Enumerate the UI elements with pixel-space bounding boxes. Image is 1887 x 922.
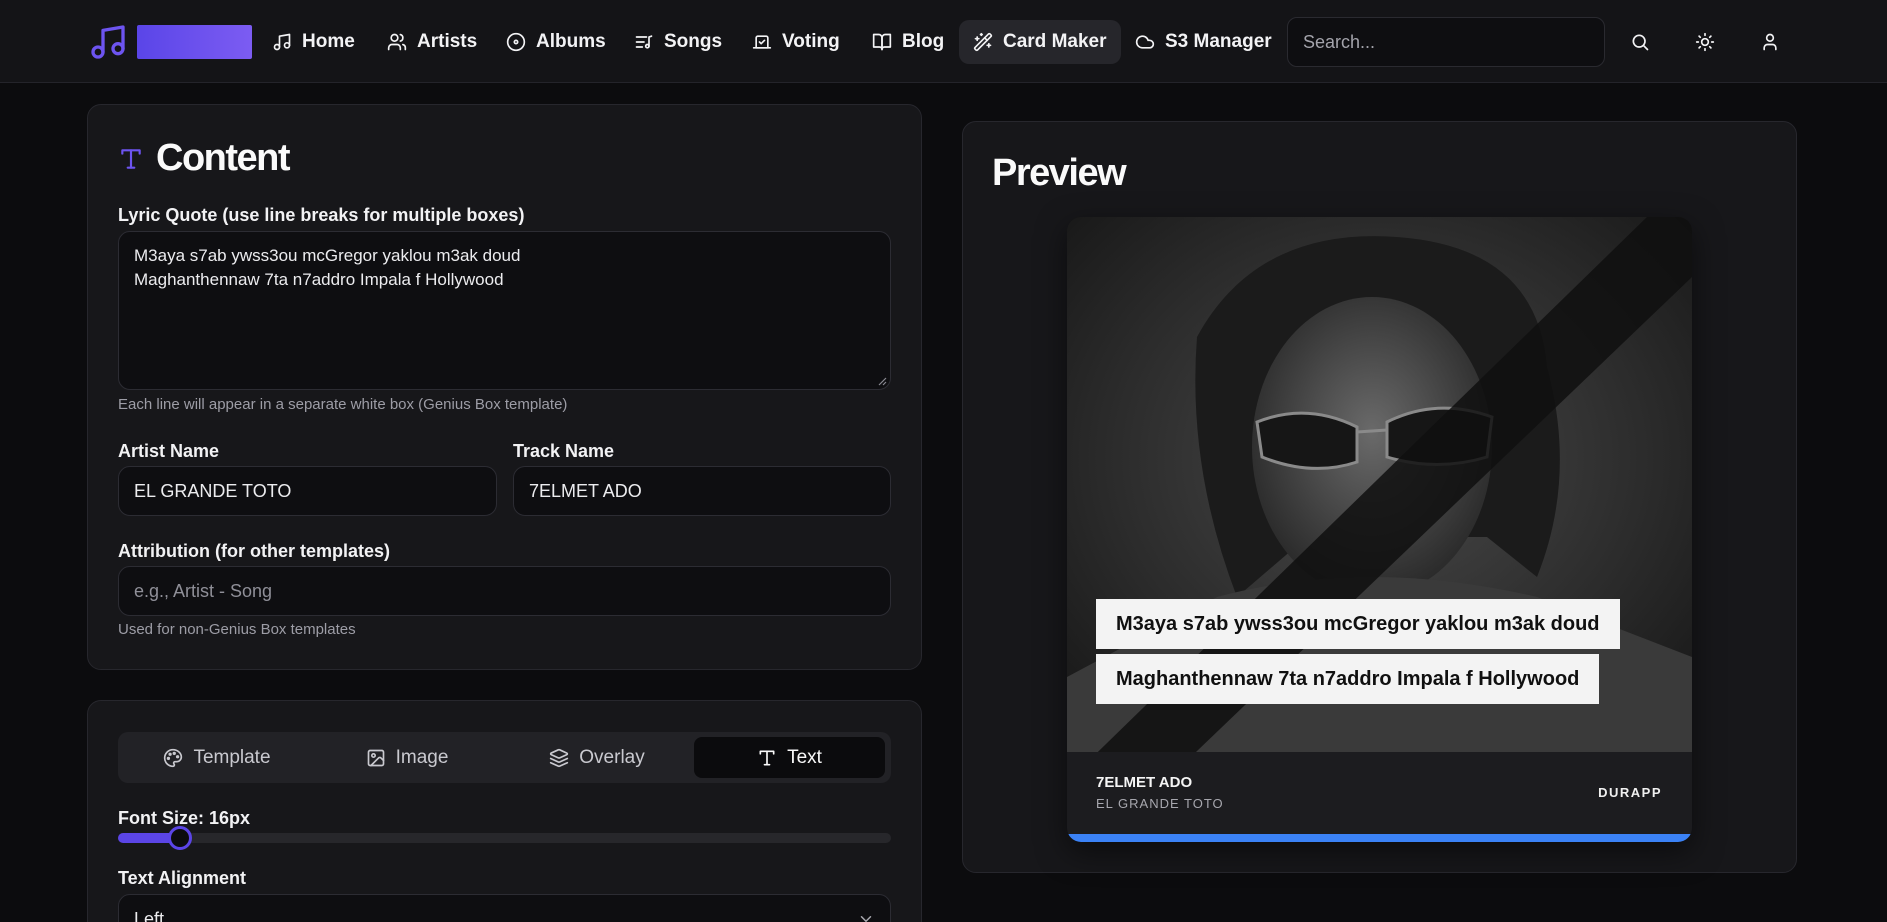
- tab-text[interactable]: Text: [694, 737, 885, 778]
- nav-albums[interactable]: Albums: [492, 20, 620, 64]
- sun-icon: [1695, 32, 1715, 52]
- tab-overlay-label: Overlay: [579, 746, 645, 768]
- artist-name-field[interactable]: EL GRANDE TOTO: [118, 466, 497, 516]
- nav-albums-label: Albums: [536, 31, 606, 52]
- attribution-field[interactable]: e.g., Artist - Song: [118, 566, 891, 616]
- user-icon: [1760, 32, 1780, 52]
- search-button[interactable]: [1620, 22, 1660, 62]
- nav-card-maker-label: Card Maker: [1003, 31, 1107, 52]
- lyric-quote-hint: Each line will appear in a separate whit…: [118, 396, 568, 413]
- text-alignment-select[interactable]: Left: [118, 894, 891, 922]
- text-alignment-label: Text Alignment: [118, 868, 247, 888]
- font-size-slider[interactable]: [118, 826, 891, 850]
- image-icon: [366, 748, 386, 768]
- settings-card: Template Image Overlay Text Font Size: 1…: [87, 700, 922, 922]
- theme-toggle-button[interactable]: [1685, 22, 1725, 62]
- content-heading: Content: [118, 137, 291, 180]
- music-note-icon: [272, 32, 292, 52]
- type-icon: [118, 146, 144, 172]
- music-notes-icon[interactable]: [88, 22, 128, 62]
- layers-icon: [549, 748, 569, 768]
- settings-tabs: Template Image Overlay Text: [118, 732, 891, 783]
- nav-card-maker[interactable]: Card Maker: [959, 20, 1121, 64]
- chevron-down-icon: [857, 910, 875, 922]
- nav-voting[interactable]: Voting: [738, 20, 854, 64]
- card-preview: M3aya s7ab ywss3ou mcGregor yaklou m3ak …: [1067, 217, 1692, 842]
- tab-text-label: Text: [787, 746, 822, 768]
- nav-songs-label: Songs: [664, 31, 723, 52]
- track-name-label: Track Name: [513, 441, 615, 461]
- resize-handle-icon[interactable]: [877, 376, 887, 386]
- attribution-hint: Used for non-Genius Box templates: [118, 621, 356, 638]
- track-name-field[interactable]: 7ELMET ADO: [513, 466, 891, 516]
- logo-wordmark[interactable]: [137, 25, 252, 59]
- tab-image[interactable]: Image: [312, 737, 502, 778]
- tab-template[interactable]: Template: [122, 737, 312, 778]
- playlist-icon: [634, 32, 654, 52]
- content-card: Content Lyric Quote (use line breaks for…: [87, 104, 922, 670]
- tab-template-label: Template: [193, 746, 271, 768]
- font-size-slider-thumb[interactable]: [167, 826, 192, 850]
- nav-songs[interactable]: Songs: [620, 20, 736, 64]
- preview-lyric-box: Maghanthennaw 7ta n7addro Impala f Holly…: [1096, 654, 1600, 704]
- nav-s3-manager-label: S3 Manager: [1165, 31, 1272, 52]
- preview-footer: 7ELMET ADO EL GRANDE TOTO DURAPP: [1067, 752, 1692, 834]
- nav-artists-label: Artists: [417, 31, 478, 52]
- book-icon: [872, 32, 892, 52]
- nav-blog-label: Blog: [902, 31, 945, 52]
- lyric-line: M3aya s7ab ywss3ou mcGregor yaklou m3ak …: [134, 246, 521, 265]
- palette-icon: [163, 748, 183, 768]
- attribution-label: Attribution (for other templates): [118, 541, 390, 561]
- tab-overlay[interactable]: Overlay: [502, 737, 692, 778]
- search-icon: [1630, 32, 1650, 52]
- nav-blog[interactable]: Blog: [858, 20, 958, 64]
- text-alignment-value: Left: [134, 908, 165, 922]
- preview-accent-bar: [1067, 834, 1692, 842]
- preview-lyric-box: M3aya s7ab ywss3ou mcGregor yaklou m3ak …: [1096, 599, 1620, 649]
- user-menu-button[interactable]: [1750, 22, 1790, 62]
- nav-home[interactable]: Home: [258, 20, 369, 64]
- lyric-line: Maghanthennaw 7ta n7addro Impala f Holly…: [134, 270, 504, 289]
- nav-artists[interactable]: Artists: [373, 20, 491, 64]
- lyric-quote-textarea[interactable]: M3aya s7ab ywss3ou mcGregor yaklou m3ak …: [118, 231, 891, 390]
- content-title: Content: [156, 137, 291, 179]
- nav-voting-label: Voting: [782, 31, 840, 52]
- users-icon: [387, 32, 407, 52]
- vote-icon: [752, 32, 772, 52]
- nav-home-label: Home: [302, 31, 355, 52]
- preview-artist-name: EL GRANDE TOTO: [1096, 796, 1224, 811]
- tab-image-label: Image: [395, 746, 449, 768]
- search-input[interactable]: [1287, 17, 1605, 67]
- magic-wand-icon: [973, 32, 993, 52]
- preview-track-name: 7ELMET ADO: [1096, 774, 1193, 791]
- preview-brand: DURAPP: [1598, 785, 1662, 800]
- preview-card: Preview M3aya s7ab ywss3ou mcGregor yakl…: [962, 121, 1797, 873]
- preview-title: Preview: [992, 152, 1127, 194]
- artist-name-label: Artist Name: [118, 441, 220, 461]
- lyric-quote-label: Lyric Quote (use line breaks for multipl…: [118, 205, 525, 225]
- nav-s3-manager[interactable]: S3 Manager: [1121, 20, 1286, 64]
- type-icon: [757, 748, 777, 768]
- top-navbar: Home Artists Albums Songs Voting Blog Ca…: [0, 0, 1887, 83]
- disc-icon: [506, 32, 526, 52]
- cloud-icon: [1135, 32, 1155, 52]
